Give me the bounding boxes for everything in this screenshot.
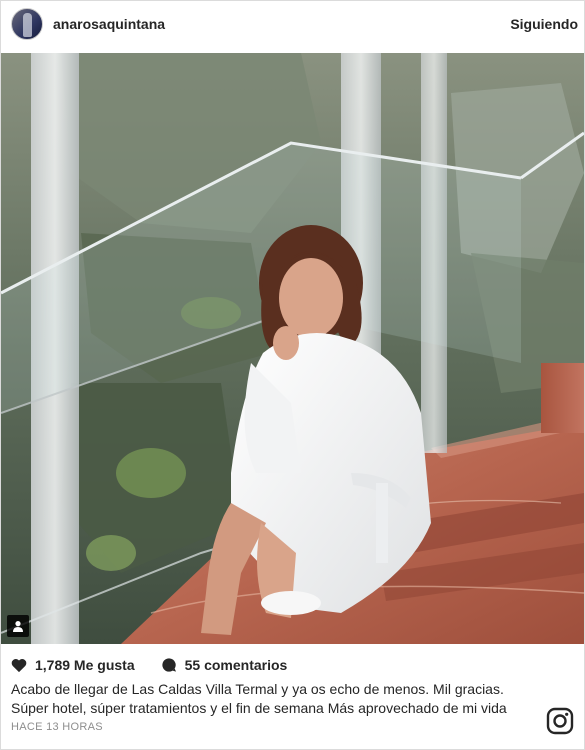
comments-count[interactable]: 55 comentarios <box>161 657 288 673</box>
post-actions: 1,789 Me gusta 55 comentarios <box>11 655 287 675</box>
caption-line-2: Súper hotel, súper tratamientos y el fin… <box>11 700 507 716</box>
instagram-post-card: anarosaquintana Siguiendo 1,789 Me gusta… <box>0 0 585 750</box>
post-photo[interactable] <box>1 53 584 644</box>
comments-label: 55 comentarios <box>184 657 288 673</box>
instagram-logo-icon <box>546 707 574 735</box>
likes-label: 1,789 Me gusta <box>35 657 135 673</box>
post-caption: Acabo de llegar de Las Caldas Villa Term… <box>11 680 541 718</box>
post-header: anarosaquintana Siguiendo <box>1 1 584 49</box>
post-timestamp[interactable]: HACE 13 HORAS <box>11 721 103 733</box>
username-link[interactable]: anarosaquintana <box>53 16 165 32</box>
likes-count[interactable]: 1,789 Me gusta <box>11 657 135 673</box>
avatar[interactable] <box>11 8 43 40</box>
user-tag-icon <box>13 621 23 632</box>
comment-bubble-icon <box>161 658 176 672</box>
user-tag-button[interactable] <box>7 615 29 637</box>
following-button[interactable]: Siguiendo <box>510 16 578 32</box>
instagram-logo-button[interactable] <box>546 707 574 735</box>
heart-icon <box>11 658 27 672</box>
caption-line-1: Acabo de llegar de Las Caldas Villa Term… <box>11 681 504 697</box>
